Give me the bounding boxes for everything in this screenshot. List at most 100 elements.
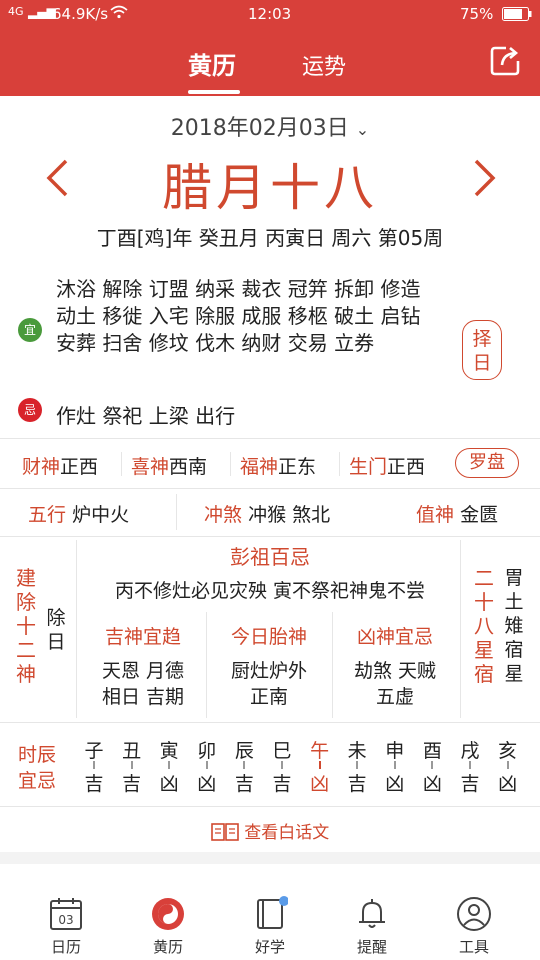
ji-list: 作灶 祭祀 上梁 出行 — [56, 404, 236, 428]
hour-divider — [393, 761, 396, 769]
nav-label[interactable]: 日历 — [26, 936, 106, 957]
pengzu-text: 丙不修灶必见灾殃 寅不祭祀神鬼不尝 — [114, 580, 426, 602]
user-icon — [457, 897, 491, 931]
shichen-hour: 巳吉 — [268, 736, 296, 798]
hour-branch: 寅 — [159, 740, 179, 762]
hour-branch: 子 — [84, 740, 104, 762]
divider — [176, 494, 177, 530]
divider — [0, 536, 540, 537]
date-text[interactable]: 2018年02月03日 — [171, 116, 349, 141]
divider — [339, 452, 340, 476]
shichen-hour: 午凶 — [306, 736, 334, 798]
hour-luck: 吉 — [460, 773, 480, 795]
hour-branch: 戌 — [460, 740, 480, 762]
hour-luck: 吉 — [234, 773, 254, 795]
luopan-button[interactable]: 罗盘 — [455, 448, 519, 478]
hour-luck: 吉 — [84, 773, 104, 795]
divider — [0, 806, 540, 807]
hour-luck: 凶 — [159, 773, 179, 795]
zeri-label-1: 择 — [472, 328, 492, 350]
nav-label[interactable]: 好学 — [230, 936, 310, 957]
network-indicator: 4G — [8, 5, 24, 18]
next-day-arrow-icon[interactable] — [472, 158, 498, 198]
hour-divider — [243, 761, 246, 769]
ganzhi-line: 丁酉[鸡]年 癸丑月 丙寅日 周六 第05周 — [96, 226, 444, 250]
hour-branch: 午 — [310, 740, 330, 762]
shichen-hour: 亥凶 — [494, 736, 522, 798]
pengzu-title: 彭祖百忌 — [230, 545, 310, 569]
shichen-hour: 卯凶 — [193, 736, 221, 798]
top-header: 黄历 运势 — [0, 28, 540, 96]
shichen-hour: 子吉 — [80, 736, 108, 798]
shichen-hour: 未吉 — [343, 736, 371, 798]
hour-branch: 酉 — [422, 740, 442, 762]
xingxiu-label: 二十八星宿 — [474, 566, 494, 686]
jianchu-label: 建除十二神 — [16, 566, 36, 686]
taishen-line1: 厨灶炉外 — [230, 660, 307, 682]
hour-divider — [130, 761, 133, 769]
shichen-hour: 申凶 — [381, 736, 409, 798]
hour-divider — [431, 761, 434, 769]
zeri-button[interactable]: 择日 — [462, 320, 502, 380]
section-gap — [0, 852, 540, 864]
calendar-icon: 03 — [50, 898, 82, 930]
divider — [460, 540, 461, 718]
hour-luck: 凶 — [385, 773, 405, 795]
net-speed: 64.9K/s — [52, 5, 109, 23]
divider — [230, 452, 231, 476]
nav-label[interactable]: 黄历 — [128, 936, 208, 957]
wuxing: 五行 炉中火 — [28, 504, 130, 526]
hour-divider — [168, 761, 171, 769]
divider — [0, 438, 540, 439]
nav-label[interactable]: 工具 — [434, 936, 514, 957]
status-bar: 4G ▂▄▆ 64.9K/s 12:03 75% — [0, 0, 540, 28]
shichen-hour: 戌吉 — [456, 736, 484, 798]
yi-list: 沐浴 解除 订盟 纳采 裁衣 冠笄 拆卸 修造 动土 移徙 入宅 除服 成服 移… — [56, 277, 421, 355]
ji-badge: 忌 — [18, 398, 42, 422]
yi-badge: 宜 — [18, 318, 42, 342]
hour-divider — [469, 761, 471, 769]
bell-icon — [359, 899, 385, 928]
zeri-label-2: 日 — [472, 352, 492, 374]
hour-branch: 申 — [385, 740, 405, 762]
jishen-title: 吉神宜趋 — [104, 626, 181, 648]
hour-luck: 吉 — [272, 773, 292, 795]
baihua-label[interactable]: 查看白话文 — [244, 823, 329, 843]
hour-divider — [506, 761, 509, 769]
god-caishen: 财神正西 — [22, 456, 99, 478]
chevron-down-icon[interactable]: ⌄ — [356, 120, 369, 139]
tab-huangli[interactable]: 黄历 — [188, 46, 236, 81]
hour-luck: 吉 — [122, 773, 142, 795]
hour-luck: 凶 — [498, 773, 518, 795]
shichen-hour: 辰吉 — [230, 736, 258, 798]
shichen-label-2: 宜忌 — [18, 770, 57, 792]
nav-label[interactable]: 提醒 — [332, 936, 412, 957]
hour-divider — [281, 761, 283, 769]
divider — [76, 540, 77, 718]
lunar-date: 腊月十八 — [162, 159, 378, 217]
hour-divider — [205, 761, 208, 769]
taishen-title: 今日胎神 — [230, 626, 307, 648]
hour-luck: 凶 — [197, 773, 217, 795]
hour-branch: 卯 — [197, 740, 217, 762]
tab-yunshi[interactable]: 运势 — [302, 49, 346, 81]
svg-text:03: 03 — [58, 913, 73, 927]
xiongshen-title: 凶神宜忌 — [356, 626, 433, 648]
share-icon[interactable] — [488, 44, 522, 78]
jishen-line1: 天恩 月德 — [101, 660, 185, 682]
date-selector[interactable]: 2018年02月03日 ⌄ — [0, 110, 540, 142]
battery-icon — [502, 7, 532, 25]
xingxiu-value: 胃土雉宿星 — [504, 567, 524, 685]
god-shengmen: 生门正西 — [349, 456, 426, 478]
book-icon — [210, 823, 239, 846]
tab-underline — [188, 90, 240, 94]
god-fushen: 福神正东 — [240, 456, 317, 478]
battery-text: 75% — [460, 5, 494, 23]
divider — [0, 722, 540, 723]
baihua-link[interactable]: 查看白话文 — [0, 818, 540, 846]
hour-divider — [318, 761, 321, 769]
shichen-hour: 寅凶 — [155, 736, 183, 798]
book-icon — [257, 896, 288, 929]
xiongshen-line1: 劫煞 天贼 — [353, 660, 437, 682]
shichen-label-1: 时辰 — [18, 744, 57, 766]
